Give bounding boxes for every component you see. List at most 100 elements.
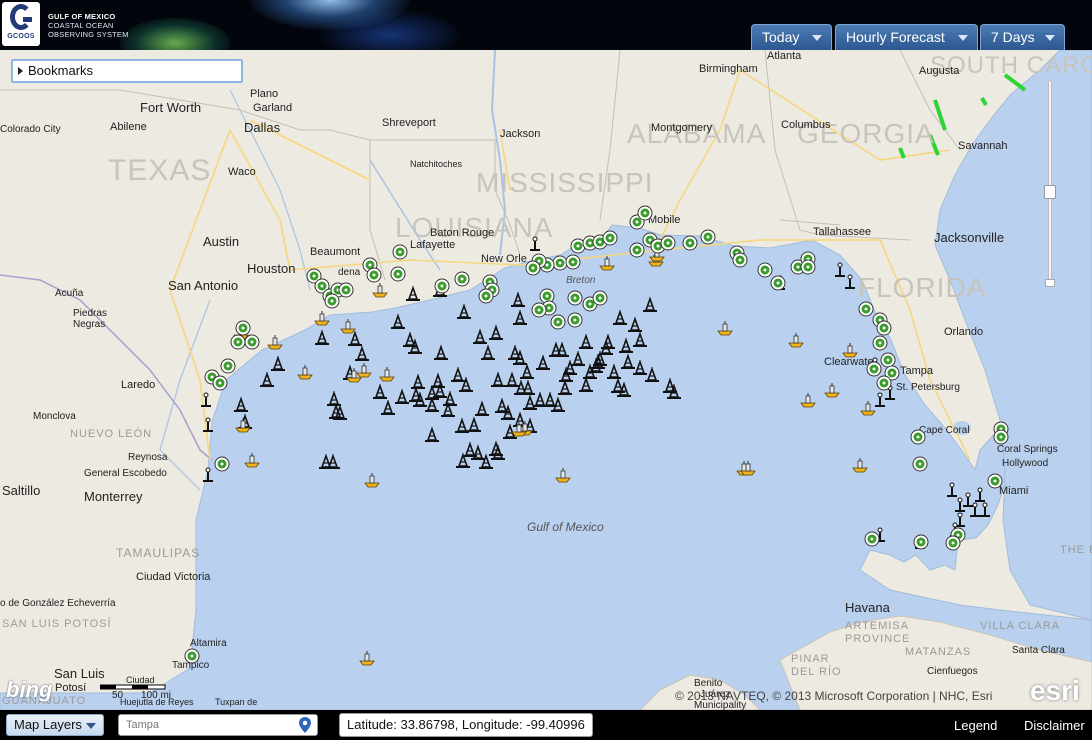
oil-platform-marker[interactable] xyxy=(642,297,658,313)
oil-platform-marker[interactable] xyxy=(612,310,628,326)
observation-station-marker[interactable] xyxy=(531,302,547,318)
buoy-marker[interactable] xyxy=(297,364,313,380)
observation-station-marker[interactable] xyxy=(338,282,354,298)
buoy-marker[interactable] xyxy=(314,310,330,326)
observation-station-marker[interactable] xyxy=(550,314,566,330)
observation-station-marker[interactable] xyxy=(602,230,618,246)
station-marker[interactable] xyxy=(972,487,988,503)
buoy-marker[interactable] xyxy=(379,366,395,382)
observation-station-marker[interactable] xyxy=(876,320,892,336)
oil-platform-marker[interactable] xyxy=(372,384,388,400)
station-marker[interactable] xyxy=(842,274,858,290)
observation-station-marker[interactable] xyxy=(987,473,1003,489)
oil-platform-marker[interactable] xyxy=(578,334,594,350)
observation-station-marker[interactable] xyxy=(912,456,928,472)
oil-platform-marker[interactable] xyxy=(616,382,632,398)
oil-platform-marker[interactable] xyxy=(325,454,341,470)
oil-platform-marker[interactable] xyxy=(480,345,496,361)
oil-platform-marker[interactable] xyxy=(512,350,528,366)
oil-platform-marker[interactable] xyxy=(590,354,606,370)
observation-station-marker[interactable] xyxy=(864,531,880,547)
oil-platform-marker[interactable] xyxy=(662,378,678,394)
oil-platform-marker[interactable] xyxy=(450,367,466,383)
zoom-slider-handle[interactable] xyxy=(1044,185,1056,199)
range-dropdown[interactable]: 7 Days xyxy=(980,24,1065,50)
station-marker[interactable] xyxy=(872,392,888,408)
buoy-marker[interactable] xyxy=(717,320,733,336)
oil-platform-marker[interactable] xyxy=(314,330,330,346)
observation-station-marker[interactable] xyxy=(592,290,608,306)
buoy-marker[interactable] xyxy=(599,255,615,271)
oil-platform-marker[interactable] xyxy=(513,380,529,396)
oil-platform-marker[interactable] xyxy=(270,356,286,372)
oil-platform-marker[interactable] xyxy=(405,286,421,302)
oil-platform-marker[interactable] xyxy=(354,346,370,362)
observation-station-marker[interactable] xyxy=(945,535,961,551)
forecast-type-dropdown[interactable]: Hourly Forecast xyxy=(835,24,978,50)
location-search-input[interactable] xyxy=(118,714,318,736)
observation-station-marker[interactable] xyxy=(732,252,748,268)
oil-platform-marker[interactable] xyxy=(440,402,456,418)
oil-platform-marker[interactable] xyxy=(644,367,660,383)
oil-platform-marker[interactable] xyxy=(412,392,428,408)
today-dropdown[interactable]: Today xyxy=(751,24,832,50)
disclaimer-link[interactable]: Disclaimer xyxy=(1024,718,1085,733)
observation-station-marker[interactable] xyxy=(700,229,716,245)
station-marker[interactable] xyxy=(977,502,993,518)
oil-platform-marker[interactable] xyxy=(433,345,449,361)
oil-platform-marker[interactable] xyxy=(548,342,564,358)
oil-platform-marker[interactable] xyxy=(456,304,472,320)
buoy-marker[interactable] xyxy=(356,362,372,378)
oil-platform-marker[interactable] xyxy=(550,397,566,413)
observation-station-marker[interactable] xyxy=(324,293,340,309)
oil-platform-marker[interactable] xyxy=(510,292,526,308)
observation-station-marker[interactable] xyxy=(220,358,236,374)
buoy-marker[interactable] xyxy=(824,382,840,398)
location-pin-icon[interactable] xyxy=(299,717,311,733)
gcoos-logo[interactable]: GCOOS xyxy=(2,2,40,46)
oil-platform-marker[interactable] xyxy=(618,338,634,354)
oil-platform-marker[interactable] xyxy=(578,377,594,393)
oil-platform-marker[interactable] xyxy=(402,332,418,348)
buoy-marker[interactable] xyxy=(555,467,571,483)
observation-station-marker[interactable] xyxy=(567,312,583,328)
station-marker[interactable] xyxy=(527,236,543,252)
zoom-slider-track[interactable] xyxy=(1048,80,1052,280)
map-layers-button[interactable]: Map Layers xyxy=(6,714,104,736)
zoom-slider[interactable] xyxy=(1044,80,1056,288)
buoy-marker[interactable] xyxy=(359,650,375,666)
oil-platform-marker[interactable] xyxy=(432,383,448,399)
observation-station-marker[interactable] xyxy=(454,271,470,287)
buoy-marker[interactable] xyxy=(800,392,816,408)
observation-station-marker[interactable] xyxy=(244,334,260,350)
oil-platform-marker[interactable] xyxy=(466,417,482,433)
station-marker[interactable] xyxy=(200,417,216,433)
observation-station-marker[interactable] xyxy=(184,648,200,664)
oil-platform-marker[interactable] xyxy=(474,401,490,417)
map-canvas[interactable]: TEXAS MISSISSIPPI LOUISIANA ALABAMA GEOR… xyxy=(0,50,1092,710)
buoy-marker[interactable] xyxy=(267,334,283,350)
oil-platform-marker[interactable] xyxy=(410,374,426,390)
buoy-marker[interactable] xyxy=(372,282,388,298)
station-marker[interactable] xyxy=(198,392,214,408)
observation-station-marker[interactable] xyxy=(366,267,382,283)
oil-platform-marker[interactable] xyxy=(632,332,648,348)
observation-station-marker[interactable] xyxy=(876,375,892,391)
observation-station-marker[interactable] xyxy=(390,266,406,282)
buoy-marker[interactable] xyxy=(788,332,804,348)
oil-platform-marker[interactable] xyxy=(570,351,586,367)
buoy-marker[interactable] xyxy=(852,457,868,473)
observation-station-marker[interactable] xyxy=(913,534,929,550)
oil-platform-marker[interactable] xyxy=(519,364,535,380)
buoy-marker[interactable] xyxy=(340,318,356,334)
oil-platform-marker[interactable] xyxy=(512,310,528,326)
oil-platform-marker[interactable] xyxy=(627,317,643,333)
oil-platform-marker[interactable] xyxy=(488,441,504,457)
oil-platform-marker[interactable] xyxy=(488,325,504,341)
oil-platform-marker[interactable] xyxy=(233,397,249,413)
observation-station-marker[interactable] xyxy=(214,456,230,472)
buoy-marker[interactable] xyxy=(740,460,756,476)
buoy-marker[interactable] xyxy=(511,421,527,437)
observation-station-marker[interactable] xyxy=(212,375,228,391)
observation-station-marker[interactable] xyxy=(637,205,653,221)
